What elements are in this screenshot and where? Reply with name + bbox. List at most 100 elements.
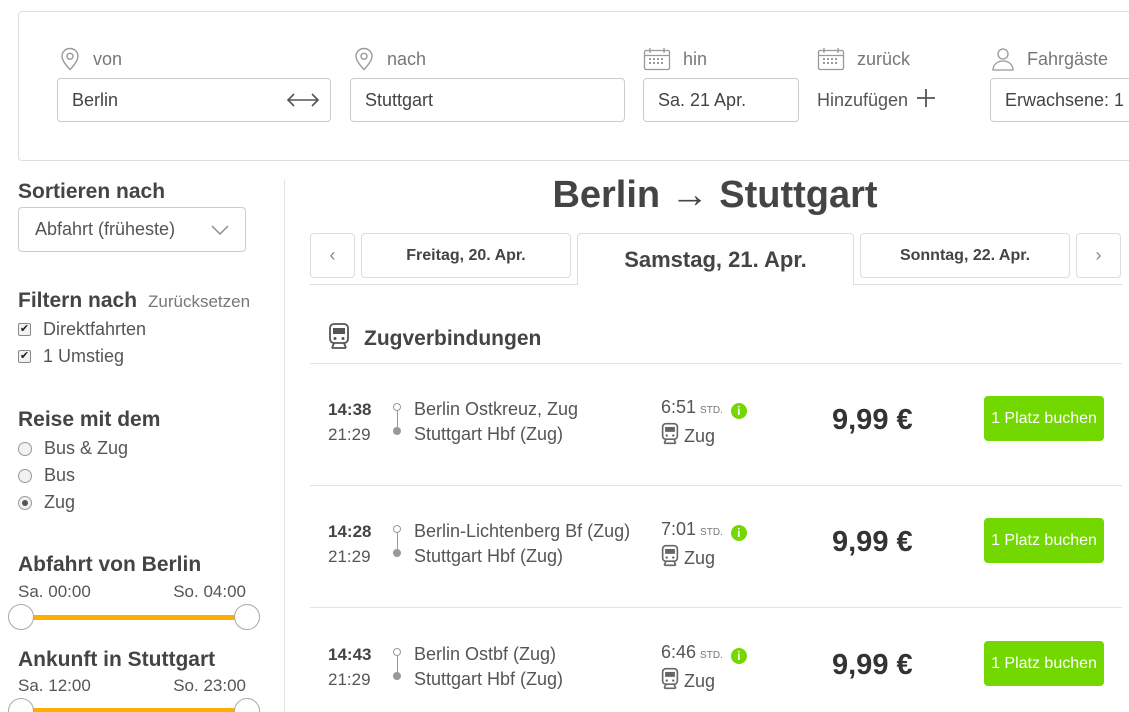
trip-row: 14:28 21:29 Berlin-Lichtenberg Bf (Zug) … — [310, 509, 1122, 589]
from-input[interactable]: Berlin — [57, 78, 331, 122]
radio-button[interactable] — [18, 441, 32, 456]
sort-select[interactable]: Abfahrt (früheste) — [18, 207, 246, 252]
tab-day-saturday[interactable]: Samstag, 21. Apr. — [577, 233, 854, 285]
arrival-station: Stuttgart Hbf (Zug) — [414, 424, 564, 444]
trip-row: 14:38 21:29 Berlin Ostkreuz, Zug Stuttga… — [310, 387, 1122, 467]
sort-heading: Sortieren nach — [18, 180, 166, 203]
travel-mode-heading: Reise mit dem — [18, 408, 161, 431]
passengers-input[interactable]: Erwachsene: 1 — [990, 78, 1129, 122]
location-pin-icon — [353, 47, 375, 71]
trip-times: 14:43 21:29 — [328, 642, 371, 692]
filter-reset-link[interactable]: Zurücksetzen — [148, 292, 250, 312]
to-label-group: nach — [353, 47, 426, 71]
filter-option-label: Direktfahrten — [43, 319, 147, 339]
arrival-slider-min-handle[interactable] — [8, 698, 34, 712]
sidebar-divider — [284, 180, 285, 712]
trip-mode: Zug — [661, 667, 715, 695]
departure-slider-max-handle[interactable] — [234, 604, 260, 630]
from-value: Berlin — [72, 89, 119, 110]
row-divider — [310, 485, 1122, 486]
filter-option-direct[interactable]: ✔ Direktfahrten — [18, 319, 146, 340]
travel-option-train[interactable]: Zug — [18, 492, 75, 513]
day-tabs: ‹ Freitag, 20. Apr. Samstag, 21. Apr. So… — [310, 233, 1122, 285]
next-day-button[interactable]: › — [1076, 233, 1121, 278]
section-header: Zugverbindungen — [328, 322, 541, 356]
trip-price: 9,99 € — [832, 404, 913, 436]
train-icon — [661, 422, 679, 450]
travel-option-bus-train[interactable]: Bus & Zug — [18, 438, 128, 459]
info-icon[interactable]: i — [730, 403, 747, 419]
route-line-icon — [392, 525, 402, 559]
mode-label: Zug — [684, 670, 716, 691]
departure-station: Berlin Ostkreuz, Zug — [414, 399, 579, 419]
add-return-label: Hinzufügen — [817, 90, 909, 110]
trip-price: 9,99 € — [832, 649, 913, 681]
prev-day-button[interactable]: ‹ — [310, 233, 355, 278]
tab-label: Sonntag, 22. Apr. — [899, 246, 1031, 264]
departure-time: 14:43 — [328, 645, 372, 664]
trip-row: 14:43 21:29 Berlin Ostbf (Zug) Stuttgart… — [310, 632, 1122, 712]
to-input[interactable]: Stuttgart — [350, 78, 625, 122]
arrival-time: 21:29 — [328, 425, 371, 444]
trip-mode: Zug — [661, 544, 715, 572]
trip-stations: Berlin Ostbf (Zug) Stuttgart Hbf (Zug) — [414, 642, 563, 692]
outbound-date-input[interactable]: Sa. 21 Apr. — [643, 78, 799, 122]
mode-label: Zug — [684, 547, 716, 568]
departure-max: So. 04:00 — [173, 582, 246, 601]
arrival-max: So. 23:00 — [173, 676, 246, 695]
radio-button[interactable] — [18, 495, 32, 510]
duration-unit: STD. — [700, 527, 723, 538]
trip-mode: Zug — [661, 422, 715, 450]
person-icon — [991, 47, 1015, 71]
row-divider — [310, 363, 1122, 364]
book-seat-button[interactable]: 1 Platz buchen — [984, 518, 1104, 563]
section-title: Zugverbindungen — [364, 327, 542, 350]
book-seat-button[interactable]: 1 Platz buchen — [984, 641, 1104, 686]
book-seat-button[interactable]: 1 Platz buchen — [984, 396, 1104, 441]
to-value: Stuttgart — [365, 89, 434, 110]
arrival-min: Sa. 12:00 — [18, 676, 91, 695]
duration-value: 6:51 — [661, 397, 697, 417]
travel-option-label: Bus — [44, 465, 76, 485]
arrival-slider-max-handle[interactable] — [234, 698, 260, 712]
departure-station: Berlin-Lichtenberg Bf (Zug) — [414, 521, 631, 541]
trip-duration: 6:46 STD. i — [661, 642, 747, 664]
arrival-slider-track — [20, 708, 248, 712]
departure-heading: Abfahrt von Berlin — [18, 553, 202, 576]
filter-option-one-change[interactable]: ✔ 1 Umstieg — [18, 346, 124, 367]
tab-day-sunday[interactable]: Sonntag, 22. Apr. — [860, 233, 1070, 278]
return-label: zurück — [857, 48, 911, 69]
tab-day-friday[interactable]: Freitag, 20. Apr. — [361, 233, 571, 278]
radio-button[interactable] — [18, 468, 32, 483]
checkbox[interactable]: ✔ — [18, 323, 31, 336]
arrival-station: Stuttgart Hbf (Zug) — [414, 546, 564, 566]
trip-stations: Berlin-Lichtenberg Bf (Zug) Stuttgart Hb… — [414, 519, 630, 569]
arrival-range-values: Sa. 12:00 So. 23:00 — [18, 676, 246, 696]
location-pin-icon — [59, 47, 81, 71]
passengers-label-group: Fahrgäste — [991, 47, 1108, 71]
trip-stations: Berlin Ostkreuz, Zug Stuttgart Hbf (Zug) — [414, 397, 578, 447]
arrival-time: 21:29 — [328, 547, 371, 566]
trip-duration: 6:51 STD. i — [661, 397, 747, 419]
arrival-time: 21:29 — [328, 670, 371, 689]
departure-slider-track — [20, 615, 248, 620]
add-return-button[interactable]: Hinzufügen — [817, 88, 936, 113]
checkbox[interactable]: ✔ — [18, 350, 31, 363]
train-icon — [328, 322, 350, 356]
outbound-date-value: Sa. 21 Apr. — [658, 89, 747, 110]
swap-arrows-icon[interactable] — [286, 91, 320, 114]
train-icon — [661, 544, 679, 572]
departure-slider-min-handle[interactable] — [8, 604, 34, 630]
tab-label: Freitag, 20. Apr. — [406, 246, 526, 264]
outbound-label-group: hin — [643, 47, 707, 71]
search-form: von Berlin nach Stuttgart hin Sa. 21 Apr… — [18, 11, 1129, 161]
travel-option-label: Zug — [44, 492, 76, 512]
info-icon[interactable]: i — [730, 648, 747, 664]
train-icon — [661, 667, 679, 695]
chevron-down-icon — [211, 219, 229, 240]
info-icon[interactable]: i — [730, 525, 747, 541]
departure-time: 14:28 — [328, 522, 372, 541]
from-label: von — [93, 48, 123, 69]
travel-option-bus[interactable]: Bus — [18, 465, 75, 486]
departure-time: 14:38 — [328, 400, 372, 419]
